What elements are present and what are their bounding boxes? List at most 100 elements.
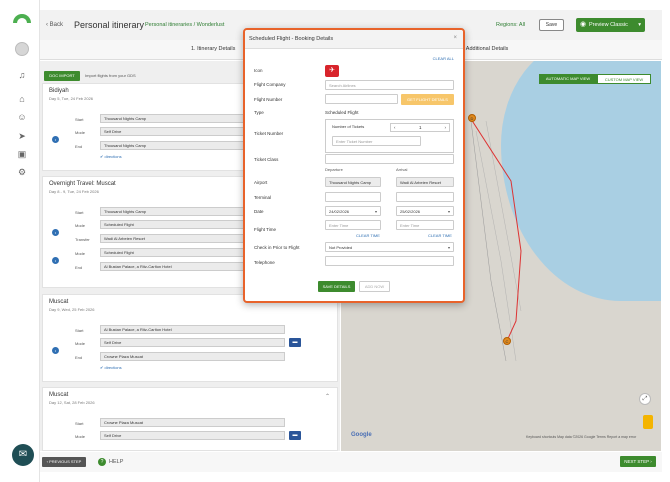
avatar[interactable] — [15, 42, 29, 56]
arrival-heading: Arrival — [396, 167, 408, 172]
departure-terminal-input[interactable] — [325, 192, 381, 202]
number-of-tickets-label: Number of Tickets — [332, 124, 365, 129]
row-label: Transfer — [75, 237, 90, 242]
breadcrumb[interactable]: Personal itineraries / Wonderlust — [145, 22, 224, 28]
modal-title: Scheduled Flight - Booking Details — [249, 36, 334, 42]
back-label: Back — [49, 22, 64, 28]
tickets-box: Number of Tickets ‹ 1 › Enter Ticket Num… — [325, 119, 454, 153]
start-field[interactable]: Crowne Plaza Muscat — [100, 418, 285, 427]
tab-itinerary-details[interactable]: 1. Itinerary Details — [191, 46, 235, 52]
row-label: End — [75, 144, 83, 149]
departure-airport-field[interactable]: Thousand Nights Camp — [325, 177, 381, 187]
ticket-class-input[interactable] — [325, 154, 454, 164]
checkin-select[interactable]: Not Provided ▾ — [325, 242, 454, 252]
tab-additional-details[interactable]: 2. Additional Details — [460, 46, 508, 52]
app-logo[interactable] — [13, 14, 31, 23]
start-field[interactable]: Al Bustan Palace, a Ritz-Carlton Hotel — [100, 325, 285, 334]
save-details-button[interactable]: SAVE DETAILS — [318, 281, 355, 292]
directions-label: directions — [104, 365, 122, 370]
chevron-down-icon: ▾ — [447, 245, 450, 250]
plus-icon[interactable]: › — [445, 124, 447, 132]
chat-icon[interactable]: ✉ — [12, 444, 34, 466]
arrival-terminal-input[interactable] — [396, 192, 454, 202]
preview-classic-button[interactable]: ◉ Preview Classic ▾ — [576, 18, 645, 32]
users-icon[interactable]: ☺ — [17, 112, 27, 122]
route-marker-icon: • — [52, 229, 59, 236]
car-icon[interactable]: ▬ — [289, 431, 301, 440]
previous-step-button[interactable]: ‹ PREVIOUS STEP — [42, 457, 86, 467]
help-link[interactable]: ? HELP — [98, 458, 123, 466]
ticket-number-input[interactable]: Enter Ticket Number — [332, 136, 421, 146]
airport-label: Airport — [254, 180, 268, 185]
street-view-icon[interactable] — [643, 415, 653, 429]
day-title: Overnight Travel: Muscat — [49, 181, 116, 187]
regions-filter[interactable]: Regions: All — [496, 22, 525, 28]
flight-number-input[interactable] — [325, 94, 398, 104]
departure-time-input[interactable]: Enter Time — [325, 220, 381, 230]
tickets-count: 1 — [419, 125, 422, 130]
map-marker-d[interactable]: D — [468, 114, 476, 122]
ticket-class-label: Ticket Class — [254, 157, 279, 162]
route-marker-icon: • — [52, 257, 59, 264]
arrival-date-select[interactable]: 25/02/2026 ▾ — [396, 206, 454, 216]
departure-heading: Departure — [325, 167, 343, 172]
google-logo: Google — [351, 432, 372, 438]
map-marker-c[interactable]: C — [503, 337, 511, 345]
route-marker-icon: • — [52, 136, 59, 143]
collapse-icon[interactable]: ⌃ — [325, 393, 330, 400]
flight-company-input[interactable]: Search Airlines — [325, 80, 454, 90]
get-flight-details-button[interactable]: GET FLIGHT DETAILS — [401, 94, 454, 105]
tickets-stepper[interactable]: ‹ 1 › — [390, 123, 450, 132]
home-icon[interactable]: ⌂ — [17, 94, 27, 104]
flight-company-label: Flight Company — [254, 82, 286, 87]
car-icon[interactable]: ▬ — [289, 338, 301, 347]
date-label: Date — [254, 209, 264, 214]
day-subtitle: Day 12, Sat, 28 Feb 2026 — [49, 400, 95, 405]
icon-label: Icon — [254, 68, 263, 73]
next-step-button[interactable]: NEXT STEP › — [620, 456, 656, 467]
close-icon[interactable]: × — [453, 35, 457, 41]
directions-link[interactable]: ✔ directions — [100, 365, 122, 370]
minus-icon[interactable]: ‹ — [394, 124, 396, 132]
custom-map-view-button[interactable]: CUSTOM MAP VIEW — [597, 74, 651, 84]
mode-field[interactable]: Self Drive — [100, 431, 285, 440]
automatic-map-view-button[interactable]: AUTOMATIC MAP VIEW — [539, 74, 597, 84]
gear-icon[interactable]: ⚙ — [17, 167, 27, 177]
help-icon: ? — [98, 458, 106, 466]
doc-import-button[interactable]: DOC IMPORT — [44, 71, 80, 81]
chevron-down-icon[interactable]: ▾ — [638, 18, 641, 32]
type-label: Type — [254, 110, 264, 115]
clear-departure-time-button[interactable]: CLEAR TIME — [356, 233, 380, 238]
directions-label: directions — [104, 154, 122, 159]
day-card: Muscat Day 9, Wed, 25 Feb 2026 ⌃ Start A… — [42, 294, 338, 382]
back-button[interactable]: ‹ Back — [46, 22, 63, 28]
booking-details-modal: Scheduled Flight - Booking Details × CLE… — [243, 28, 465, 303]
save-button[interactable]: Save — [539, 19, 564, 31]
fullscreen-icon[interactable]: ⤢ — [639, 393, 651, 405]
eye-icon: ◉ — [580, 21, 587, 28]
map-attribution[interactable]: Keyboard shortcuts Map data ©2026 Google… — [526, 435, 636, 439]
help-label: HELP — [109, 459, 124, 465]
preview-label: Preview Classic — [589, 22, 628, 28]
directions-link[interactable]: ✔ directions — [100, 154, 122, 159]
end-field[interactable]: Crowne Plaza Muscat — [100, 352, 285, 361]
checkin-label: Check in Prior to Flight — [254, 245, 300, 250]
mode-field[interactable]: Self Drive — [100, 338, 285, 347]
arrival-time-input[interactable]: Enter Time — [396, 220, 454, 230]
day-title: Muscat — [49, 299, 69, 305]
departure-date-value: 24/02/2026 — [329, 209, 350, 214]
telephone-input[interactable] — [325, 256, 454, 266]
airplane-icon[interactable]: ✈ — [325, 65, 339, 77]
chevron-down-icon: ▾ — [374, 209, 377, 214]
arrival-airport-field[interactable]: Wadi Al Arbeien Resort — [396, 177, 454, 187]
add-now-button[interactable]: ADD NOW — [359, 281, 390, 292]
image-icon[interactable]: ▣ — [17, 149, 27, 159]
clear-all-button[interactable]: CLEAR ALL — [433, 56, 454, 61]
clear-arrival-time-button[interactable]: CLEAR TIME — [428, 233, 452, 238]
send-icon[interactable]: ➤ — [17, 131, 27, 141]
row-label: Start — [75, 328, 84, 333]
row-label: Mode — [75, 251, 86, 256]
row-label: Mode — [75, 434, 86, 439]
departure-date-select[interactable]: 24/02/2026 ▾ — [325, 206, 381, 216]
bell-icon[interactable]: ♫ — [17, 70, 27, 80]
